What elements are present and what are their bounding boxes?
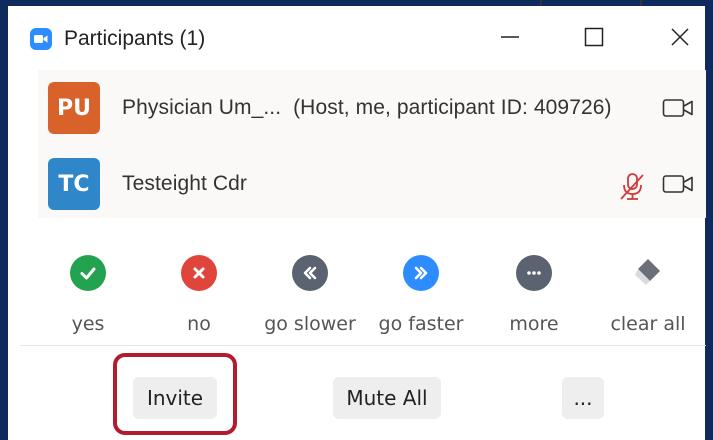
window-frame-right <box>705 0 713 440</box>
participant-role: (Host, me, participant ID: 409726) <box>293 96 612 119</box>
rewind-icon <box>292 255 328 291</box>
reaction-label: go slower <box>264 313 356 335</box>
reaction-label: yes <box>71 313 105 335</box>
reaction-more-button[interactable]: more <box>479 255 589 335</box>
participant-name: Testeight Cdr <box>122 172 248 195</box>
close-icon <box>670 27 690 52</box>
participant-row[interactable]: TC Testeight Cdr <box>38 150 706 222</box>
mute-all-button[interactable]: Mute All <box>333 377 441 419</box>
window-frame-left <box>0 0 8 440</box>
divider <box>20 345 706 346</box>
check-icon <box>70 255 106 291</box>
reaction-label: no <box>187 313 211 335</box>
title-bar: Participants (1) <box>8 6 705 70</box>
maximize-icon <box>584 27 604 52</box>
more-options-button[interactable]: ... <box>562 377 604 419</box>
reaction-go-faster-button[interactable]: go faster <box>366 255 476 335</box>
zoom-app-icon <box>30 28 52 50</box>
more-icon <box>516 255 552 291</box>
nonverbal-feedback-bar: yes no go slower go faster more clear al… <box>20 255 700 345</box>
invite-highlight-box <box>113 353 237 435</box>
avatar: PU <box>48 82 100 134</box>
reaction-go-slower-button[interactable]: go slower <box>255 255 365 335</box>
participant-list: PU Physician Um_... (Host, me, participa… <box>38 70 706 218</box>
participant-row[interactable]: PU Physician Um_... (Host, me, participa… <box>38 74 706 146</box>
maximize-button[interactable] <box>574 22 614 56</box>
participant-display-name: Physician Um_... <box>122 96 282 119</box>
mic-muted-icon[interactable] <box>618 172 648 207</box>
avatar: TC <box>48 158 100 210</box>
eraser-icon <box>630 255 666 291</box>
reaction-yes-button[interactable]: yes <box>33 255 143 335</box>
video-icon[interactable] <box>662 172 694 201</box>
reaction-label: more <box>509 313 559 335</box>
reaction-clear-all-button[interactable]: clear all <box>593 255 703 335</box>
reaction-label: clear all <box>610 313 686 335</box>
x-icon <box>181 255 217 291</box>
video-icon[interactable] <box>662 96 694 125</box>
window-title: Participants (1) <box>64 27 206 50</box>
close-button[interactable] <box>660 22 700 56</box>
reaction-label: go faster <box>378 313 464 335</box>
reaction-no-button[interactable]: no <box>144 255 254 335</box>
participant-name: Physician Um_... (Host, me, participant … <box>122 96 612 120</box>
fast-forward-icon <box>403 255 439 291</box>
minimize-button[interactable] <box>490 22 530 56</box>
minimize-icon <box>500 27 520 52</box>
